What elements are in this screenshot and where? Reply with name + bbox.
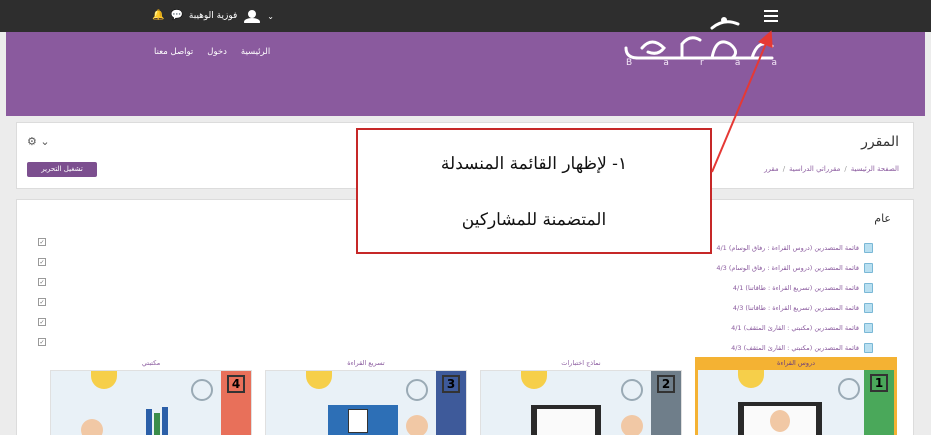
activity-link[interactable]: قائمة المتصدرين (دروس القراءة : رفاق الو… (716, 244, 859, 252)
user-menu[interactable]: 🔔 💬 فوزية الوهيبة ⌄ (152, 9, 274, 23)
nav-login[interactable]: دخول (207, 47, 227, 57)
tile-library[interactable]: مكتبتي 4 (50, 357, 252, 435)
logo-letter: a (734, 58, 742, 68)
list-item[interactable]: قائمة المتصدرين (دروس القراءة : رفاق الو… (553, 258, 873, 278)
activity-link[interactable]: قائمة المتصدرين (تسريع القراءة : طاقاتنا… (733, 304, 859, 312)
tile-speed-reading[interactable]: تسريع القراءة 3 (265, 357, 467, 435)
nav-home[interactable]: الرئيسية (241, 47, 270, 57)
tile-label: مكتبتي (141, 359, 161, 367)
course-tiles: مكتبتي 4 تسريع القراءة 3 نماذج اختبارات … (50, 357, 897, 435)
completion-checkbox[interactable]: ✓ (38, 278, 46, 286)
tile-image: 3 (265, 370, 467, 435)
tile-label: دروس القراءة (695, 357, 897, 370)
breadcrumb: الصفحة الرئيسية / مقرراتي الدراسية / مقر… (764, 165, 899, 173)
tile-image: 2 (480, 370, 682, 435)
annotation-callout: ١- لإظهار القائمة المنسدلة المتضمنة للمش… (356, 128, 712, 254)
page: 🔔 💬 فوزية الوهيبة ⌄ الرئيسية دخول تواصل … (0, 0, 931, 435)
logo-letter: B (626, 58, 634, 68)
logo-letter: r (699, 58, 705, 68)
completion-checkbox[interactable]: ✓ (38, 238, 46, 246)
tile-number: 1 (870, 374, 888, 392)
user-avatar[interactable] (243, 9, 261, 23)
bell-icon[interactable]: 🔔 (152, 10, 164, 22)
annotation-line-1: ١- لإظهار القائمة المنسدلة (440, 154, 628, 174)
logo-letter: a (663, 58, 670, 68)
breadcrumb-course[interactable]: مقرر (764, 165, 779, 173)
main-nav: الرئيسية دخول تواصل معنا (154, 47, 270, 57)
tile-test-samples[interactable]: نماذج اختبارات 2 (480, 357, 682, 435)
activity-link[interactable]: قائمة المتصدرين (تسريع القراءة : طاقاتنا… (733, 284, 859, 292)
tile-number: 4 (227, 375, 245, 393)
tile-label: نماذج اختبارات (561, 359, 601, 367)
document-icon (864, 303, 873, 313)
logo-letter: a (771, 58, 778, 68)
tile-number: 3 (442, 375, 460, 393)
document-icon (864, 243, 873, 253)
tile-label: تسريع القراءة (347, 359, 385, 367)
activity-link[interactable]: قائمة المتصدرين (مكتبتي : القارئ المثقف)… (731, 324, 859, 332)
gear-icon[interactable]: ⚙ ⌄ (27, 135, 50, 148)
completion-checkbox[interactable]: ✓ (38, 338, 46, 346)
activity-link[interactable]: قائمة المتصدرين (دروس القراءة : رفاق الو… (716, 264, 859, 272)
breadcrumb-home[interactable]: الصفحة الرئيسية (851, 165, 899, 173)
user-name[interactable]: فوزية الوهيبة (189, 11, 237, 21)
activity-link[interactable]: قائمة المتصدرين (مكتبتي : القارئ المثقف)… (731, 344, 859, 352)
completion-checkbox[interactable]: ✓ (38, 318, 46, 326)
document-icon (864, 343, 873, 353)
completion-checkbox[interactable]: ✓ (38, 298, 46, 306)
breadcrumb-separator: / (844, 165, 847, 173)
breadcrumb-my-courses[interactable]: مقرراتي الدراسية (789, 165, 840, 173)
list-item[interactable]: قائمة المتصدرين (تسريع القراءة : طاقاتنا… (553, 278, 873, 298)
completion-checks: ✓ ✓ ✓ ✓ ✓ ✓ (38, 238, 46, 358)
nav-contact[interactable]: تواصل معنا (154, 47, 193, 57)
breadcrumb-separator: / (782, 165, 786, 173)
annotation-line-2: المتضمنة للمشاركين (461, 210, 607, 230)
document-icon (864, 263, 873, 273)
page-title: المقرر (861, 134, 899, 150)
edit-mode-button[interactable]: تشغيل التحرير (27, 162, 97, 177)
completion-checkbox[interactable]: ✓ (38, 258, 46, 266)
list-item[interactable]: قائمة المتصدرين (مكتبتي : القارئ المثقف)… (553, 338, 873, 358)
tile-image: 4 (50, 370, 252, 435)
list-item[interactable]: قائمة المتصدرين (تسريع القراءة : طاقاتنا… (553, 298, 873, 318)
logo-subtitle: B a r a a (612, 58, 792, 68)
chat-icon[interactable]: 💬 (170, 10, 182, 22)
tile-reading-lessons[interactable]: دروس القراءة 1 (695, 357, 897, 435)
activity-list: قائمة المتصدرين (دروس القراءة : رفاق الو… (553, 238, 873, 358)
chevron-down-icon[interactable]: ⌄ (267, 12, 274, 21)
tile-number: 2 (657, 375, 675, 393)
list-item[interactable]: قائمة المتصدرين (مكتبتي : القارئ المثقف)… (553, 318, 873, 338)
tile-image: 1 (695, 370, 897, 435)
document-icon (864, 323, 873, 333)
document-icon (864, 283, 873, 293)
site-logo[interactable] (612, 8, 792, 80)
section-title: عام (874, 212, 891, 225)
